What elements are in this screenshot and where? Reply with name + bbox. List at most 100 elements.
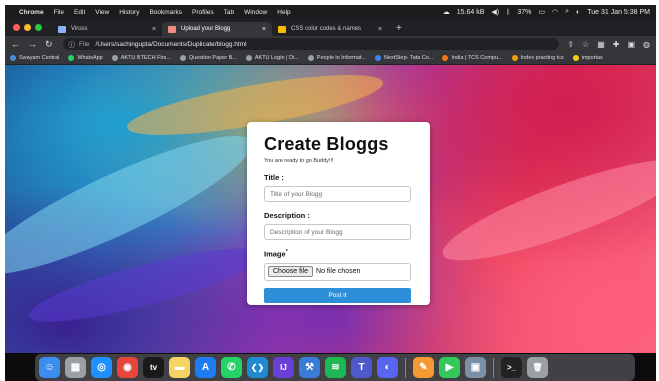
choose-file-button[interactable]: Choose file bbox=[268, 266, 314, 277]
close-icon[interactable]: × bbox=[378, 26, 382, 33]
title-input[interactable] bbox=[264, 186, 411, 202]
menu-app-name[interactable]: Chrome bbox=[19, 9, 44, 16]
bookmark-item[interactable]: AKTU Login | Di... bbox=[245, 55, 299, 61]
control-center-icon[interactable]: ◐ bbox=[576, 9, 580, 16]
post-it-button[interactable]: Post it bbox=[264, 287, 411, 303]
address-bar[interactable]: ⓘ File /Users/sachingupta/Documents/Dupl… bbox=[62, 38, 560, 50]
app-store-icon[interactable]: A bbox=[195, 357, 216, 378]
search-icon[interactable]: ⌕ bbox=[565, 8, 569, 16]
menu-view[interactable]: View bbox=[95, 9, 109, 16]
menu-tab[interactable]: Tab bbox=[224, 9, 234, 16]
description-input[interactable] bbox=[264, 224, 411, 240]
bookmark-item[interactable]: NextStep- Tata Co... bbox=[375, 55, 433, 61]
intellij-icon[interactable]: IJ bbox=[273, 357, 294, 378]
launchpad-icon[interactable]: ▦ bbox=[65, 357, 86, 378]
dock-separator bbox=[493, 357, 494, 378]
folder-icon bbox=[511, 55, 518, 61]
preview-icon[interactable]: ▣ bbox=[465, 357, 486, 378]
cloud-icon[interactable]: ☁ bbox=[443, 8, 450, 16]
tab-viruss[interactable]: Viruss × bbox=[52, 22, 162, 36]
sidebar-icon[interactable]: ▣ bbox=[627, 40, 635, 49]
facetime-icon[interactable]: ▶ bbox=[439, 357, 460, 378]
scheme-label: File bbox=[79, 40, 90, 48]
bookmark-star-icon[interactable]: ☆ bbox=[582, 40, 589, 49]
trash-icon[interactable]: 🗑 bbox=[527, 357, 548, 378]
bookmark-label: AKTU Login | Di... bbox=[254, 55, 299, 61]
close-icon[interactable]: × bbox=[262, 26, 266, 33]
tab-title: Upload your Blogg bbox=[181, 26, 231, 32]
back-arrow-icon[interactable]: ← bbox=[11, 39, 20, 49]
globe-icon bbox=[111, 55, 118, 61]
chrome-icon[interactable]: ◉ bbox=[117, 357, 138, 378]
bookmark-item[interactable]: India | TCS Compu... bbox=[442, 55, 503, 61]
dock: ☺ ▦ ◎ ◉ tv ▬ A ✆ ❮❯ IJ ⚒ ≋ T ◐ ✎ ▶ ▣ >_ 🗑 bbox=[35, 354, 635, 381]
close-icon[interactable]: × bbox=[152, 26, 156, 33]
zoom-window-button[interactable] bbox=[35, 24, 42, 31]
image-label-text: Image bbox=[264, 249, 286, 259]
menu-history[interactable]: History bbox=[119, 9, 139, 16]
menu-profiles[interactable]: Profiles bbox=[192, 9, 214, 16]
image-file-input[interactable]: Choose file No file chosen bbox=[264, 262, 411, 281]
url-text[interactable]: /Users/sachingupta/Documents/Duplicate/b… bbox=[96, 41, 247, 48]
discord-icon[interactable]: ◐ bbox=[377, 357, 398, 378]
mac-menubar: Chrome File Edit View History Bookmarks … bbox=[5, 5, 656, 19]
menu-help[interactable]: Help bbox=[277, 9, 290, 16]
battery-icon[interactable]: ▭ bbox=[538, 8, 545, 16]
info-icon[interactable]: ⓘ bbox=[69, 39, 76, 49]
spotify-icon[interactable]: ≋ bbox=[325, 357, 346, 378]
terminal-icon[interactable]: >_ bbox=[501, 357, 522, 378]
pages-icon[interactable]: ✎ bbox=[413, 357, 434, 378]
vscode-icon[interactable]: ❮❯ bbox=[247, 357, 268, 378]
volume-icon[interactable]: ◀) bbox=[491, 8, 499, 16]
close-window-button[interactable] bbox=[13, 24, 20, 31]
xcode-icon[interactable]: ⚒ bbox=[299, 357, 320, 378]
finder-icon[interactable]: ☺ bbox=[39, 357, 60, 378]
bluetooth-icon[interactable]: ᛒ bbox=[506, 9, 510, 16]
menu-bookmarks[interactable]: Bookmarks bbox=[149, 9, 182, 16]
safari-icon[interactable]: ◎ bbox=[91, 357, 112, 378]
globe-icon bbox=[245, 55, 252, 61]
clock[interactable]: Tue 31 Jan 5:38 PM bbox=[587, 9, 650, 16]
bookmark-item[interactable]: WhatsApp bbox=[68, 55, 103, 61]
heart-icon bbox=[442, 55, 449, 61]
whatsapp-icon[interactable]: ✆ bbox=[221, 357, 242, 378]
share-icon[interactable]: ⇪ bbox=[567, 40, 574, 49]
bookmark-item[interactable]: Swayam Central bbox=[10, 55, 59, 61]
wifi-icon[interactable]: ◠ bbox=[552, 8, 558, 16]
tab-favicon bbox=[58, 25, 66, 33]
tab-title: Viruss bbox=[71, 26, 88, 32]
bookmark-label: People in Informat... bbox=[316, 55, 367, 61]
menu-file[interactable]: File bbox=[54, 9, 64, 16]
bookmark-label: NextStep- Tata Co... bbox=[384, 55, 434, 61]
image-label: Image* bbox=[264, 249, 412, 259]
bookmark-item[interactable]: Question Paper B... bbox=[179, 55, 237, 61]
bookmark-icon bbox=[10, 55, 16, 61]
bookmark-item[interactable]: People in Informat... bbox=[307, 55, 367, 61]
reload-icon[interactable]: ↻ bbox=[45, 39, 53, 50]
extension-icon[interactable]: ▦ bbox=[597, 40, 605, 49]
tab-favicon bbox=[168, 25, 176, 33]
tab-upload-blogg[interactable]: Upload your Blogg × bbox=[162, 22, 272, 36]
minimize-window-button[interactable] bbox=[24, 24, 31, 31]
apple-tv-icon[interactable]: tv bbox=[143, 357, 164, 378]
bookmark-label: India | TCS Compu... bbox=[451, 55, 503, 61]
folder-icon bbox=[572, 55, 579, 61]
tab-css-colors[interactable]: CSS color codes & names × bbox=[272, 22, 388, 36]
bookmark-item[interactable]: AKTU BTECH Firs... bbox=[111, 55, 171, 61]
teams-icon[interactable]: T bbox=[351, 357, 372, 378]
globe-icon bbox=[307, 55, 314, 61]
profile-icon[interactable]: ◍ bbox=[643, 40, 650, 49]
menu-edit[interactable]: Edit bbox=[74, 9, 85, 16]
forward-arrow-icon[interactable]: → bbox=[28, 39, 37, 49]
paint-streak bbox=[434, 142, 656, 278]
no-file-text: No file chosen bbox=[316, 268, 361, 275]
new-tab-button[interactable]: + bbox=[388, 23, 410, 36]
bookmark-item[interactable]: importas bbox=[572, 55, 603, 61]
puzzle-icon[interactable]: ✚ bbox=[613, 40, 620, 49]
bookmark-label: Swayam Central bbox=[19, 55, 60, 61]
toolbar: ← → ↻ ⓘ File /Users/sachingupta/Document… bbox=[5, 36, 656, 52]
bookmark-item[interactable]: Index practing tcs bbox=[511, 55, 564, 61]
menu-window[interactable]: Window bbox=[244, 9, 267, 16]
notes-icon[interactable]: ▬ bbox=[169, 357, 190, 378]
bookmark-label: Index practing tcs bbox=[520, 55, 564, 61]
